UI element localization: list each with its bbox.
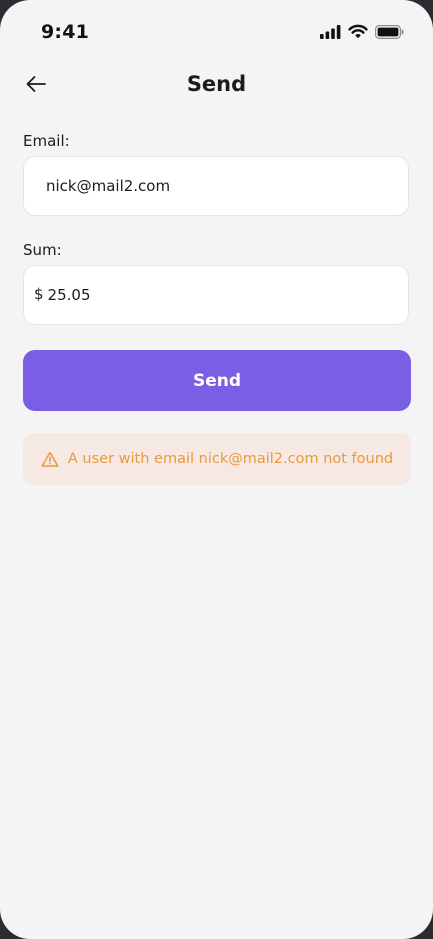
page-title: Send — [186, 72, 247, 96]
status-icons — [320, 24, 404, 39]
header: Send — [0, 64, 433, 110]
cellular-signal-icon — [320, 24, 341, 39]
wifi-icon — [348, 24, 368, 39]
email-label: Email: — [23, 132, 70, 150]
alert-message: A user with email nick@mail2.com not fou… — [67, 451, 394, 467]
sum-label: Sum: — [23, 241, 62, 259]
phone-screen: 9:41 Send Email: nick@mail2.com Sum: $ 2… — [0, 0, 433, 939]
warning-triangle-icon — [41, 451, 59, 468]
email-field[interactable] — [46, 177, 408, 195]
send-button[interactable]: Send — [23, 350, 411, 411]
sum-field-container: $ — [23, 265, 409, 325]
sum-field[interactable] — [47, 286, 408, 304]
currency-symbol: $ — [34, 285, 44, 303]
status-bar: 9:41 — [0, 0, 433, 64]
battery-icon — [375, 24, 404, 39]
status-time: 9:41 — [41, 21, 90, 43]
email-field-container — [23, 156, 409, 216]
error-alert: A user with email nick@mail2.com not fou… — [23, 433, 411, 485]
